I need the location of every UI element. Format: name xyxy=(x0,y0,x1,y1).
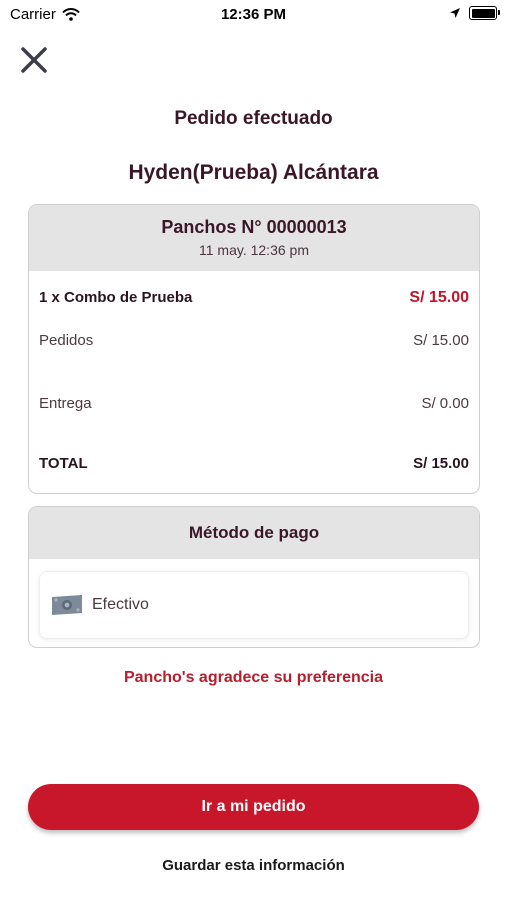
subtotal-label: Pedidos xyxy=(39,332,94,349)
battery-icon xyxy=(469,6,500,20)
order-item-label: 1 x Combo de Prueba xyxy=(39,289,193,306)
order-header: Panchos N° 00000013 11 may. 12:36 pm xyxy=(29,205,479,271)
location-arrow-icon xyxy=(450,8,460,18)
delivery-row: Entrega S/ 0.00 xyxy=(39,395,469,412)
cash-icon xyxy=(52,595,82,615)
order-summary-card: Panchos N° 00000013 11 may. 12:36 pm 1 x… xyxy=(28,204,480,494)
order-number: Panchos N° 00000013 xyxy=(161,217,347,237)
go-to-order-button[interactable]: Ir a mi pedido xyxy=(28,784,479,830)
close-icon[interactable] xyxy=(18,44,50,76)
payment-method-label: Efectivo xyxy=(92,596,149,613)
order-date: 11 may. 12:36 pm xyxy=(199,242,309,258)
subtotal-value: S/ 15.00 xyxy=(413,332,469,349)
delivery-value: S/ 0.00 xyxy=(421,395,469,412)
customer-name: Hyden(Prueba) Alcántara xyxy=(128,161,379,184)
payment-option-cash[interactable]: Efectivo xyxy=(39,571,469,639)
total-row: TOTAL S/ 15.00 xyxy=(39,455,469,472)
subtotal-row: Pedidos S/ 15.00 xyxy=(39,332,469,349)
delivery-label: Entrega xyxy=(39,395,92,412)
page-title: Pedido efectuado xyxy=(174,108,333,129)
status-time: 12:36 PM xyxy=(220,6,287,23)
total-value: S/ 15.00 xyxy=(413,455,469,472)
status-bar: Carrier 12:36 PM xyxy=(0,0,507,30)
order-item-price: S/ 15.00 xyxy=(409,289,469,306)
order-item-row: 1 x Combo de Prueba S/ 15.00 xyxy=(39,289,469,307)
thanks-message: Pancho's agradece su preferencia xyxy=(123,669,384,686)
payment-method-card: Método de pago Efectivo xyxy=(28,506,480,648)
payment-title: Método de pago xyxy=(29,507,479,559)
save-info-button[interactable]: Guardar esta información xyxy=(0,856,507,875)
status-right xyxy=(449,6,500,20)
total-label: TOTAL xyxy=(39,455,88,472)
